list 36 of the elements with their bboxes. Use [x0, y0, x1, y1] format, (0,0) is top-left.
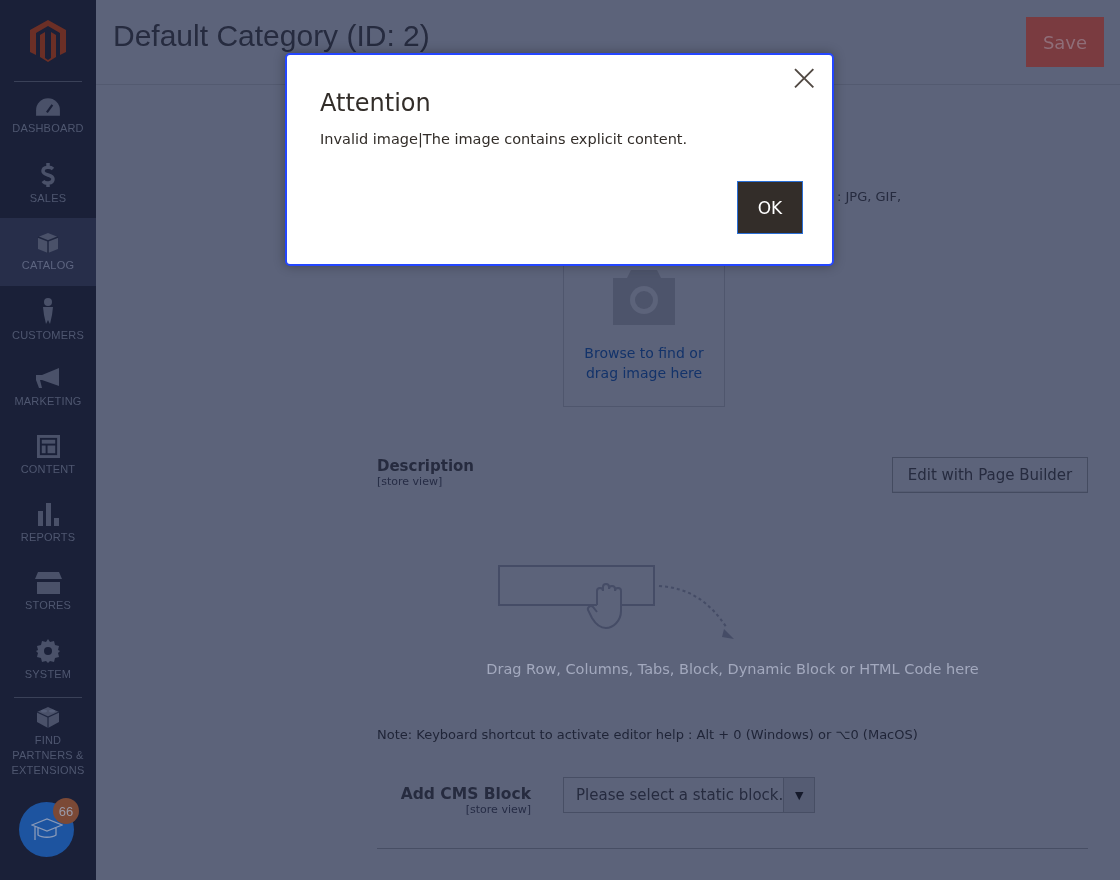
layout-icon: [36, 435, 60, 458]
field-label: Description: [377, 457, 475, 475]
brick-icon: [36, 704, 60, 729]
sidebar-item[interactable]: CUSTOMERS: [0, 286, 96, 354]
ok-button[interactable]: OK: [737, 181, 803, 234]
bar-chart-icon: [37, 503, 59, 526]
caret-icon: ▼: [783, 778, 814, 812]
cms-block-select[interactable]: Please select a static block. ▼: [563, 777, 815, 813]
sidebar-item[interactable]: DASHBOARD: [0, 82, 96, 150]
dialog-title: Attention: [320, 89, 432, 117]
page-builder-button[interactable]: Edit with Page Builder: [892, 457, 1088, 493]
sidebar-item[interactable]: MARKETING: [0, 354, 96, 422]
sidebar-item[interactable]: FIND PARTNERS & EXTENSIONS: [0, 701, 96, 781]
sidebar-item[interactable]: CONTENT: [0, 422, 96, 490]
drop-zone-hint: Drag Row, Columns, Tabs, Block, Dynamic Block or HTML Code here: [485, 661, 980, 677]
file-type-hint: : JPG, GIF,: [837, 189, 903, 204]
sidebar-item[interactable]: STORES: [0, 558, 96, 626]
box-icon: [37, 231, 59, 254]
notification-badge: 66: [53, 798, 79, 824]
megaphone-icon: [35, 367, 61, 390]
dashboard-icon: [35, 96, 61, 117]
sidebar-item[interactable]: SYSTEM: [0, 626, 96, 694]
sidebar-item[interactable]: SALES: [0, 150, 96, 218]
person-icon: [42, 297, 54, 324]
settings-icon: [36, 638, 60, 663]
save-button[interactable]: Save: [1026, 17, 1104, 67]
browse-link[interactable]: Browse to find or drag image here: [574, 343, 714, 383]
storefront-icon: [34, 571, 62, 594]
dialog-message: Invalid image|The image contains explicit content.: [320, 131, 689, 147]
help-button[interactable]: [19, 802, 74, 857]
page-title: Default Category (ID: 2): [113, 21, 430, 51]
close-button[interactable]: ×: [784, 57, 824, 97]
sidebar-item[interactable]: REPORTS: [0, 490, 96, 558]
dollar-icon: [41, 162, 55, 187]
shortcut-note: Note: Keyboard shortcut to activate editor help : Alt + 0 (Windows) or ⌥0 (MacOS): [377, 727, 919, 742]
field-label: Add CMS Block: [399, 785, 531, 803]
